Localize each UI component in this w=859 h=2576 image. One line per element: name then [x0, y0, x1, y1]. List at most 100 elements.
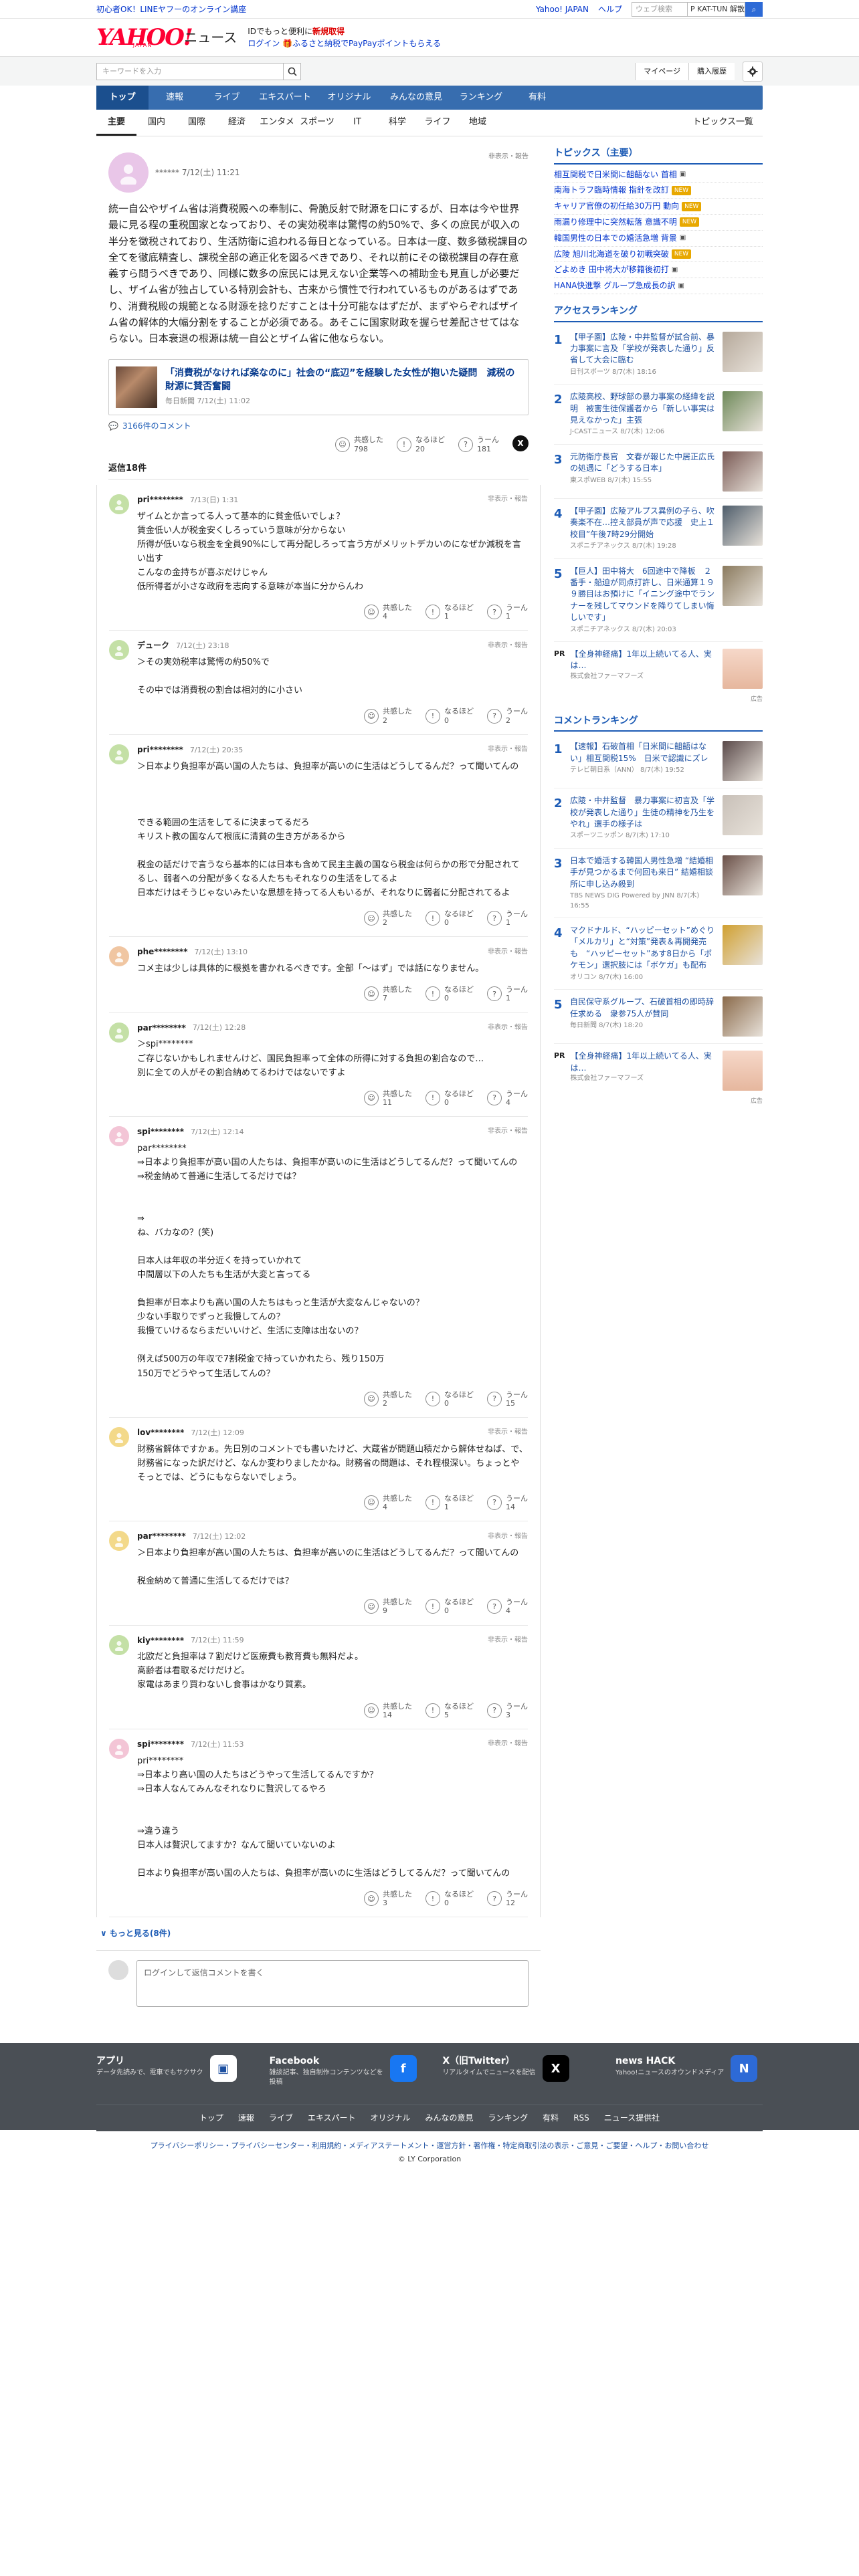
mypage-button[interactable]: マイページ	[635, 63, 688, 80]
pr-title[interactable]: 【全身神経痛】1年以上続いてる人、実は…	[571, 649, 717, 672]
cat-main[interactable]: 主要	[96, 110, 136, 136]
gnav-live[interactable]: ライブ	[201, 86, 253, 110]
cat-science[interactable]: 科学	[377, 116, 417, 128]
yahoo-japan-link[interactable]: Yahoo! JAPAN	[536, 4, 589, 15]
topic-item[interactable]: HANA快進撃 グループ急成長の訳 ▣	[554, 278, 763, 294]
hmm-button[interactable]: ! なるほど 0	[425, 707, 474, 725]
footer-card[interactable]: Facebook 雑談記事、独自制作コンテンツなどを投稿 f	[270, 2055, 417, 2087]
topic-item[interactable]: キャリア官僚の初任給30万円 動向 NEW	[554, 199, 763, 215]
agree-button[interactable]: ☺ 共感した 3	[364, 1890, 412, 1907]
reply-user[interactable]: デューク	[137, 640, 169, 651]
topic-title[interactable]: どよめき 田中将大が移籍後初打	[554, 264, 669, 276]
help-link[interactable]: ヘルプ	[598, 4, 622, 15]
ranking-item[interactable]: 1 【甲子園】広陵・中井監督が試合前、暴力事案に言及「学校が発表した通り」反省して…	[554, 325, 763, 385]
footer-card[interactable]: news HACK Yahoo!ニュースのオウンドメディア N	[615, 2055, 763, 2087]
hmm-button[interactable]: ! なるほど 1	[425, 1494, 474, 1511]
footer-nav-item[interactable]: ランキング	[488, 2113, 529, 2124]
keyword-input[interactable]: キーワードを入力	[96, 63, 284, 80]
uun-button[interactable]: ? うーん 14	[487, 1494, 528, 1511]
web-search-input[interactable]: ウェブ検索	[632, 2, 688, 17]
footer-nav-item[interactable]: オリジナル	[371, 2113, 411, 2124]
ranking-item[interactable]: 1 【速報】石破首相「日米間に齟齬はない」相互関税15% 日米で認識にズレ テレビ朝…	[554, 734, 763, 789]
ranking-item[interactable]: 4 【甲子園】広陵アルプス異例の子ら、吹奏楽不在…控え部員が声で応援 史上１校目”…	[554, 499, 763, 559]
rank-title[interactable]: 元防衛庁長官 文春が報じた中居正広氏の処遇に「どうする日本」	[570, 451, 717, 475]
cat-sports[interactable]: スポーツ	[297, 116, 337, 128]
trending-keyword[interactable]: P KAT-TUN 解散	[688, 2, 745, 17]
ranking-item[interactable]: 3 元防衛庁長官 文春が報じた中居正広氏の処遇に「どうする日本」 東スポWEB 8/…	[554, 445, 763, 499]
pr-title[interactable]: 【全身神経痛】1年以上続いてる人、実は…	[571, 1051, 717, 1074]
footer-nav-item[interactable]: エキスパート	[308, 2113, 356, 2124]
gnav-ranking[interactable]: ランキング	[451, 86, 511, 110]
uun-button[interactable]: ? うーん 15	[487, 1390, 528, 1408]
pr-item[interactable]: PR 【全身神経痛】1年以上続いてる人、実は… 株式会社ファーマフーズ	[554, 1044, 763, 1097]
footer-nav-item[interactable]: ライブ	[269, 2113, 293, 2124]
topic-item[interactable]: 雨漏り修理中に突然転落 意識不明 NEW	[554, 215, 763, 231]
rank-title[interactable]: 【甲子園】広陵・中井監督が試合前、暴力事案に言及「学校が発表した通り」反省して大…	[570, 332, 717, 366]
gnav-paid[interactable]: 有料	[511, 86, 563, 110]
comment-count-link[interactable]: 💬 3166件のコメント	[108, 421, 529, 432]
hmm-button[interactable]: ! なるほど 0	[425, 909, 474, 927]
hmm-button[interactable]: ! なるほど 0	[425, 1390, 474, 1408]
yahoo-news-logo[interactable]: YAHOO! JAPAN ニュース	[96, 26, 237, 49]
report-link[interactable]: 非表示・報告	[488, 1023, 528, 1033]
gnav-original[interactable]: オリジナル	[317, 86, 381, 110]
comment-user[interactable]: ******	[155, 168, 179, 177]
report-link[interactable]: 非表示・報告	[488, 948, 528, 957]
ranking-item[interactable]: 5 【巨人】田中将大 6回途中で降板 ２番手・船迫が同点打許し、日米通算１９９勝目…	[554, 559, 763, 643]
cat-local[interactable]: 地域	[458, 116, 498, 128]
article-card[interactable]: 「消費税がなければ楽なのに」社会の“底辺”を経験した女性が抱いた疑問 減税の財源…	[108, 358, 529, 415]
cat-domestic[interactable]: 国内	[136, 116, 177, 128]
reply-user[interactable]: kiy********	[137, 1635, 184, 1646]
uun-button[interactable]: ? うーん 1	[487, 985, 528, 1002]
footer-nav-item[interactable]: みんなの意見	[425, 2113, 474, 2124]
footer-nav-item[interactable]: トップ	[199, 2113, 223, 2124]
footer-links-text[interactable]: プライバシーポリシー・プライバシーセンター・利用規約・メディアステートメント・運…	[151, 2141, 709, 2150]
ranking-item[interactable]: 2 広陵・中井監督 暴力事案に初言及「学校が発表した通り」生徒の精神を乃生をやれ」…	[554, 788, 763, 849]
x-share-icon[interactable]: X	[512, 435, 529, 452]
agree-button[interactable]: ☺ 共感した 11	[364, 1089, 412, 1107]
gnav-expert[interactable]: エキスパート	[253, 86, 317, 110]
agree-button[interactable]: ☺ 共感した 4	[364, 603, 412, 621]
rank-title[interactable]: 【甲子園】広陵アルプス異例の子ら、吹奏楽不在…控え部員が声で応援 史上１校目”午…	[570, 506, 717, 540]
uun-button[interactable]: ? うーん 181	[458, 435, 499, 453]
agree-button[interactable]: ☺ 共感した 9	[364, 1598, 412, 1615]
uun-button[interactable]: ? うーん 1	[487, 909, 528, 927]
topic-title[interactable]: HANA快進撃 グループ急成長の訳	[554, 280, 676, 292]
topic-item[interactable]: 韓国男性の日本での婚活急増 背景 ▣	[554, 231, 763, 247]
agree-button[interactable]: ☺ 共感した 2	[364, 707, 412, 725]
reply-user[interactable]: pri********	[137, 744, 183, 756]
topic-item[interactable]: どよめき 田中将大が移籍後初打 ▣	[554, 262, 763, 279]
ranking-item[interactable]: 5 自民保守系グループ、石破首相の即時辞任求める 衆参75人が賛同 毎日新聞 8/7…	[554, 990, 763, 1045]
rank-title[interactable]: 【巨人】田中将大 6回途中で降板 ２番手・船迫が同点打許し、日米通算１９９勝目は…	[570, 566, 717, 624]
topic-title[interactable]: 雨漏り修理中に突然転落 意識不明	[554, 217, 677, 228]
furusato-link[interactable]: ふるさと納税でPayPayポイントもらえる	[292, 39, 441, 48]
hmm-button[interactable]: ! なるほど 0	[425, 1598, 474, 1615]
uun-button[interactable]: ? うーん 4	[487, 1089, 528, 1107]
agree-button[interactable]: ☺ 共感した 7	[364, 985, 412, 1002]
promo-link[interactable]: 初心者OK！LINEヤフーのオンライン講座	[96, 4, 246, 15]
agree-button[interactable]: ☺ 共感した 2	[364, 909, 412, 927]
report-link[interactable]: 非表示・報告	[488, 745, 528, 754]
footer-card[interactable]: X（旧Twitter） リアルタイムでニュースを配信 X	[442, 2055, 589, 2087]
report-link[interactable]: 非表示・報告	[488, 495, 528, 504]
hmm-button[interactable]: ! なるほど 0	[425, 1089, 474, 1107]
reply-input[interactable]: ログインして返信コメントを書く	[136, 1960, 529, 2008]
agree-button[interactable]: ☺ 共感した 798	[335, 435, 383, 453]
uun-button[interactable]: ? うーん 1	[487, 603, 528, 621]
cat-it[interactable]: IT	[337, 116, 377, 128]
rank-title[interactable]: 広陵高校、野球部の暴力事案の経緯を説明 被害生徒保護者から「新しい事実は見えなか…	[570, 391, 717, 426]
footer-nav-item[interactable]: RSS	[573, 2113, 589, 2124]
search-icon[interactable]	[284, 63, 301, 80]
login-link[interactable]: ログイン	[248, 39, 280, 48]
agree-button[interactable]: ☺ 共感した 14	[364, 1702, 412, 1719]
reply-user[interactable]: par********	[137, 1531, 186, 1542]
ranking-item[interactable]: 4 マクドナルド、“ハッピーセット”めぐり「メルカリ」と“対策”発表＆再開発売も …	[554, 918, 763, 990]
hmm-button[interactable]: ! なるほど 20	[397, 435, 445, 453]
report-link[interactable]: 非表示・報告	[488, 641, 528, 651]
ranking-item[interactable]: 3 日本で婚活する韓国人男性急増 “結婚相手が見つかるまで何回も来日” 結婚相談所…	[554, 849, 763, 919]
report-link[interactable]: 非表示・報告	[488, 1428, 528, 1437]
rank-title[interactable]: 自民保守系グループ、石破首相の即時辞任求める 衆参75人が賛同	[570, 996, 717, 1020]
article-title[interactable]: 「消費税がなければ楽なのに」社会の“底辺”を経験した女性が抱いた疑問 減税の財源…	[165, 366, 521, 394]
agree-button[interactable]: ☺ 共感した 4	[364, 1494, 412, 1511]
topic-title[interactable]: 南海トラフ臨時情報 指針を改訂	[554, 185, 669, 196]
